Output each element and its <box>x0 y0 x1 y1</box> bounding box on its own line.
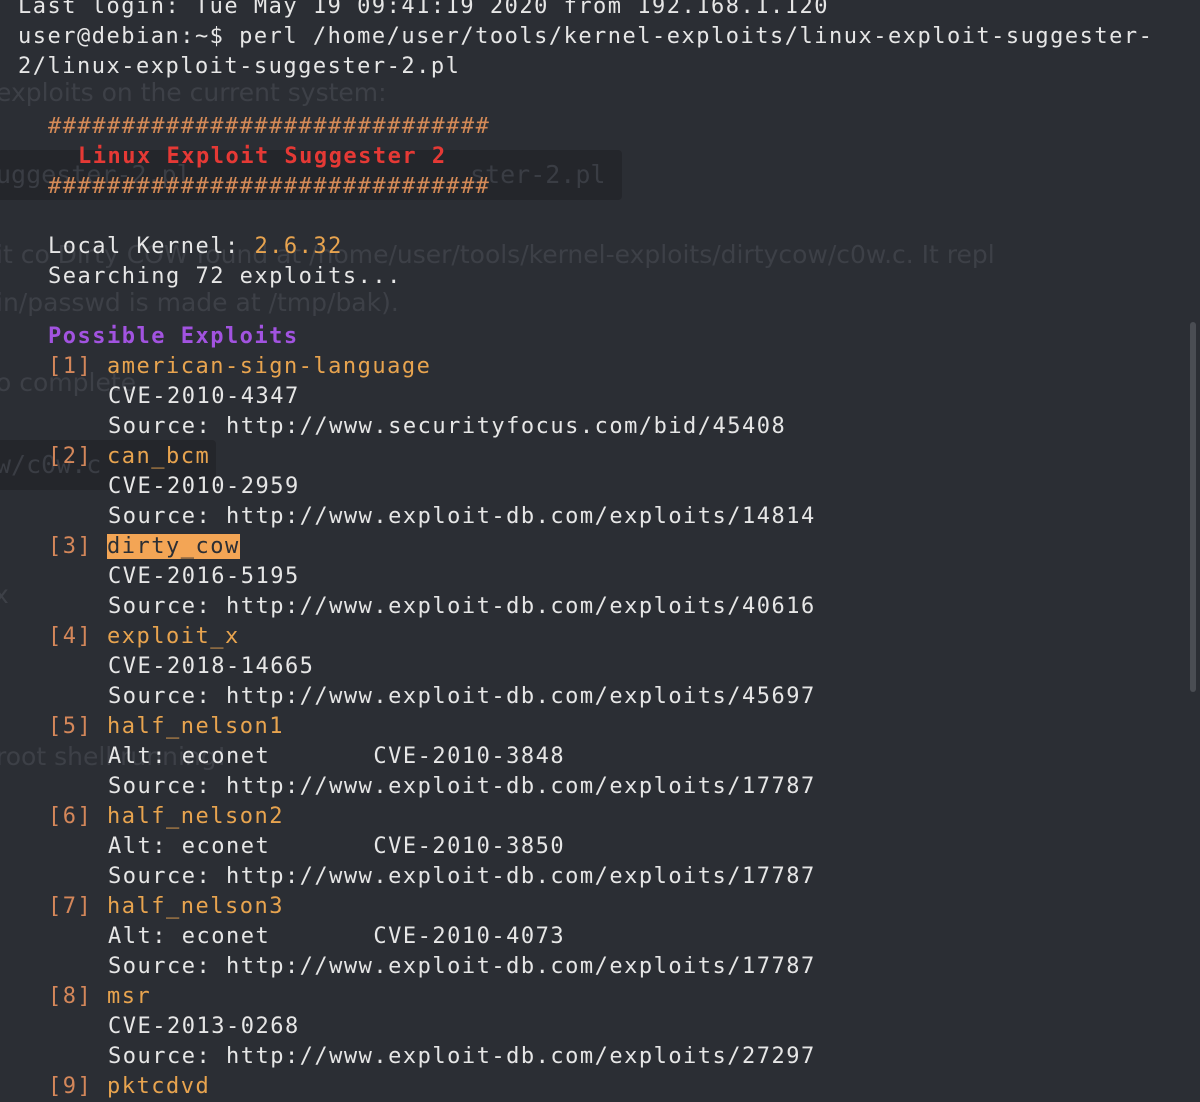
exploit-source: Source: http://www.exploit-db.com/exploi… <box>108 774 816 799</box>
kernel-label: Local Kernel: <box>48 234 255 259</box>
exploit-entry: [3] dirty_cow <box>18 532 1153 562</box>
exploit-cve: CVE-2010-2959 <box>108 474 300 499</box>
exploit-cve: CVE-2013-0268 <box>108 1014 300 1039</box>
kernel-line: Local Kernel: 2.6.32 <box>18 232 1153 262</box>
exploit-index: [9] <box>48 1074 93 1099</box>
exploit-cve: CVE-2016-5195 <box>108 564 300 589</box>
exploit-cve: CVE-2010-4347 <box>108 384 300 409</box>
exploit-source: Source: http://www.exploit-db.com/exploi… <box>108 1044 816 1069</box>
exploit-alt: Alt: econet CVE-2010-4073 <box>108 924 566 949</box>
bg-text-line: x <box>0 580 9 609</box>
exploit-alt: Alt: econet CVE-2010-3848 <box>108 744 566 769</box>
hash-bar-top: ############################## <box>48 114 491 139</box>
exploit-source: Source: http://www.exploit-db.com/exploi… <box>108 504 816 529</box>
terminal-screenshot: exploits on the current system: uggester… <box>0 0 1200 1102</box>
hash-bar-bottom: ############################## <box>48 174 491 199</box>
exploit-index: [3] <box>48 534 93 559</box>
exploit-name: exploit_x <box>107 624 240 649</box>
exploit-entry: [8] msr <box>18 982 1153 1012</box>
exploit-index: [6] <box>48 804 93 829</box>
exploit-name: half_nelson1 <box>107 714 284 739</box>
exploit-entry: [6] half_nelson2 <box>18 802 1153 832</box>
exploit-entry: [1] american-sign-language <box>18 352 1153 382</box>
exploit-name: pktcdvd <box>107 1074 211 1099</box>
cut-off-line: Last login: Tue May 19 09:41:19 2020 fro… <box>18 0 829 19</box>
searching-line: Searching 72 exploits... <box>48 264 402 289</box>
exploit-entry: [9] pktcdvd <box>18 1072 1153 1102</box>
exploit-index: [5] <box>48 714 93 739</box>
exploit-source: Source: http://www.exploit-db.com/exploi… <box>108 864 816 889</box>
possible-exploits-heading: Possible Exploits <box>48 324 299 349</box>
exploit-name-highlighted[interactable]: dirty_cow <box>107 534 240 559</box>
exploit-cve: CVE-2018-14665 <box>108 654 315 679</box>
exploit-index: [1] <box>48 354 93 379</box>
exploit-entry: [2] can_bcm <box>18 442 1153 472</box>
terminal-output[interactable]: Last login: Tue May 19 09:41:19 2020 fro… <box>18 0 1153 1102</box>
exploit-name: half_nelson3 <box>107 894 284 919</box>
exploit-index: [7] <box>48 894 93 919</box>
exploit-index: [2] <box>48 444 93 469</box>
banner-title: Linux Exploit Suggester 2 <box>78 144 447 169</box>
exploit-name: american-sign-language <box>107 354 432 379</box>
exploit-entry: [5] half_nelson1 <box>18 712 1153 742</box>
exploit-name: msr <box>107 984 152 1009</box>
exploit-source: Source: http://www.exploit-db.com/exploi… <box>108 594 816 619</box>
exploit-alt: Alt: econet CVE-2010-3850 <box>108 834 566 859</box>
kernel-version: 2.6.32 <box>254 234 343 259</box>
exploit-index: [4] <box>48 624 93 649</box>
scrollbar-thumb[interactable] <box>1190 322 1196 692</box>
exploit-source: Source: http://www.exploit-db.com/exploi… <box>108 954 816 979</box>
exploit-entry: [7] half_nelson3 <box>18 892 1153 922</box>
command-prompt: user@debian:~$ perl /home/user/tools/ker… <box>18 24 1154 49</box>
command-prompt-cont: 2/linux-exploit-suggester-2.pl <box>18 54 461 79</box>
exploit-source: Source: http://www.securityfocus.com/bid… <box>108 414 787 439</box>
exploit-source: Source: http://www.exploit-db.com/exploi… <box>108 684 816 709</box>
exploit-name: half_nelson2 <box>107 804 284 829</box>
exploit-entry: [4] exploit_x <box>18 622 1153 652</box>
exploit-index: [8] <box>48 984 93 1009</box>
exploit-name: can_bcm <box>107 444 211 469</box>
